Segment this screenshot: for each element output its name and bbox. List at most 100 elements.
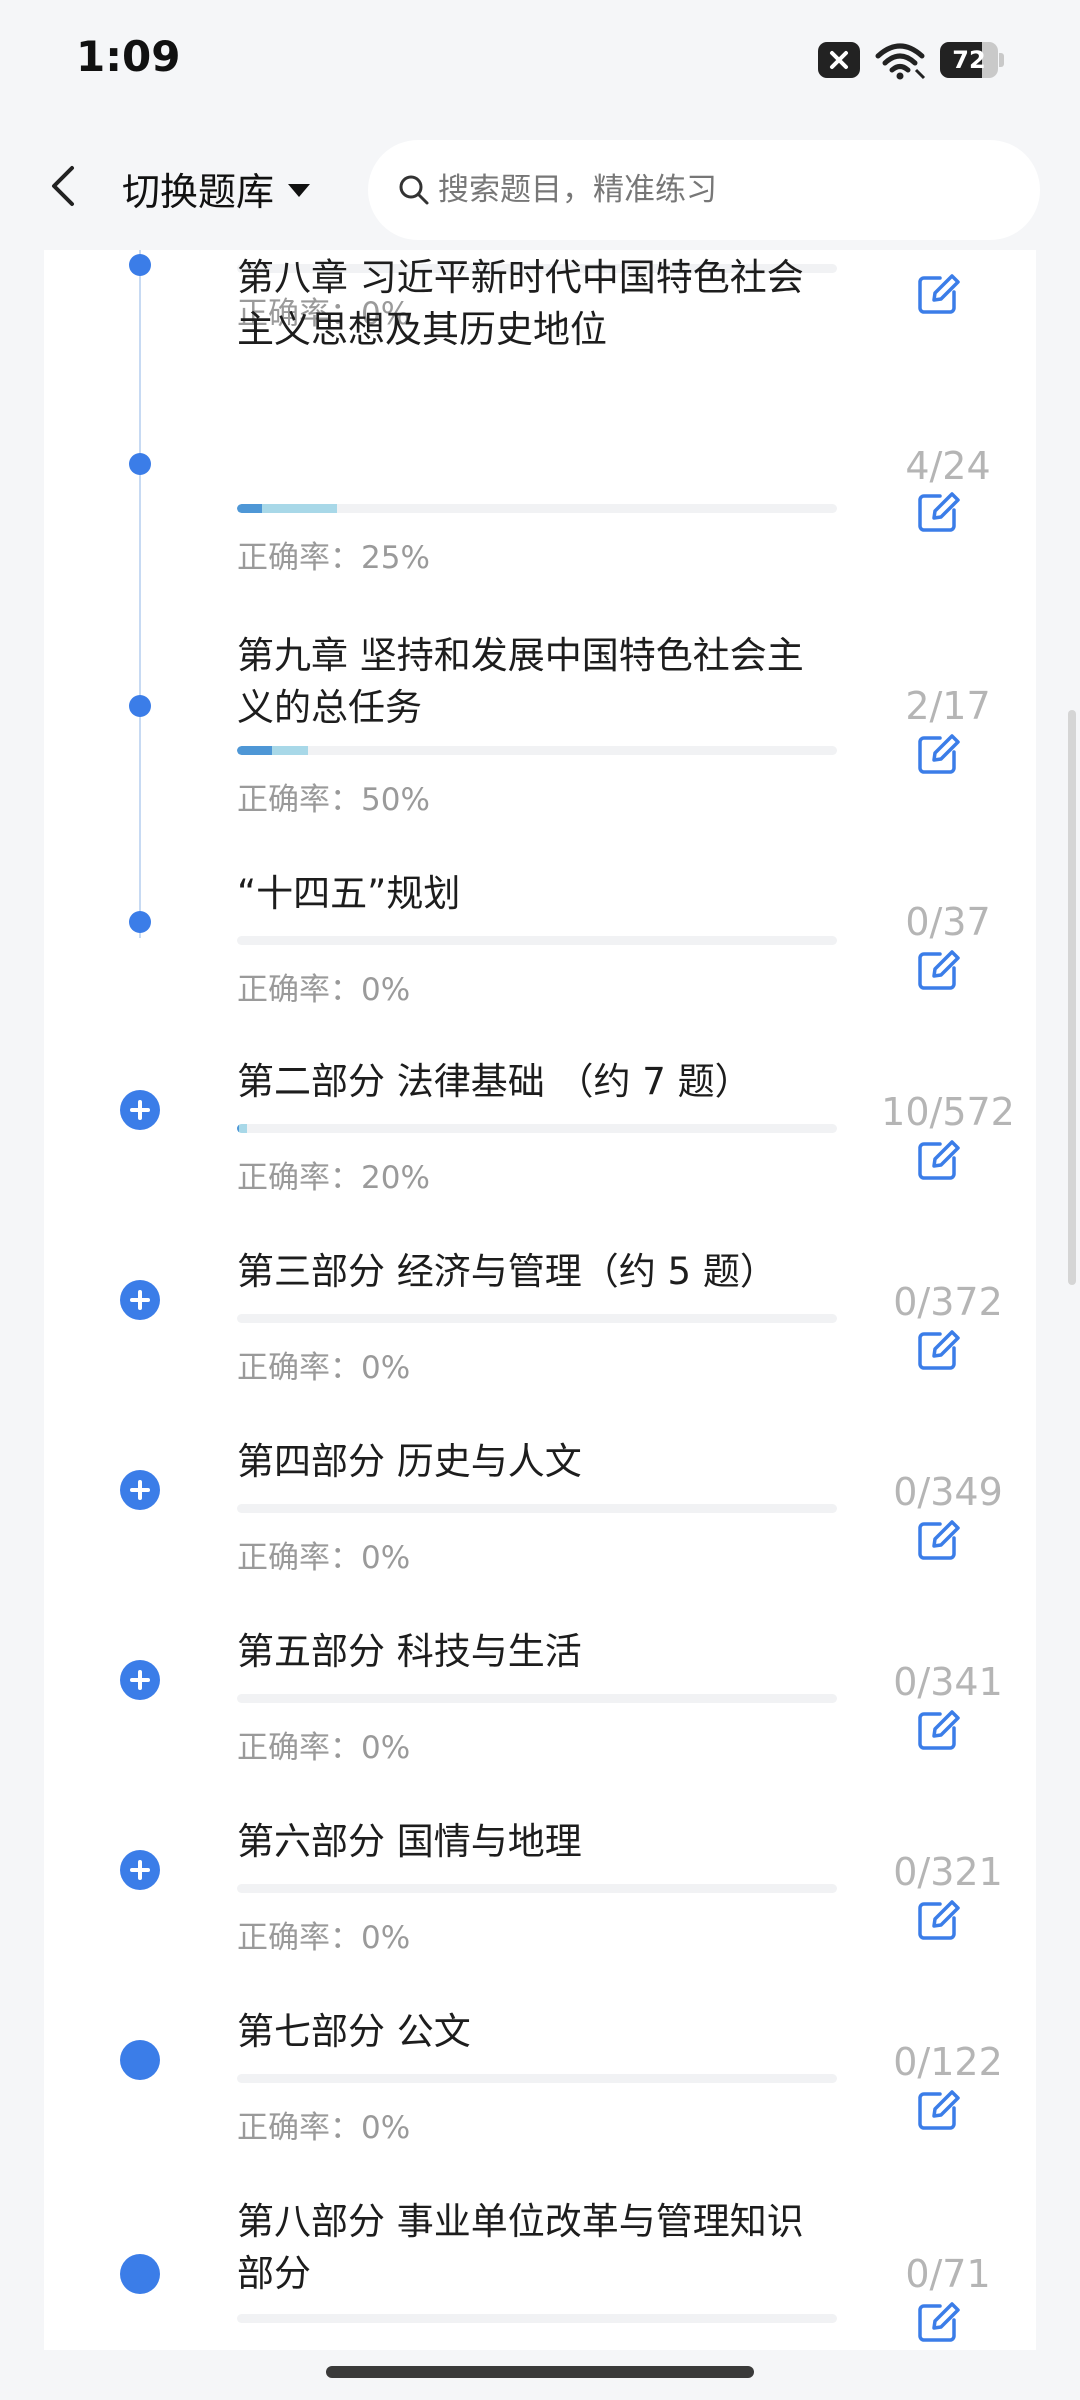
- chapter-title: 第二部分 法律基础 （约 7 题）: [237, 1060, 752, 1103]
- status-time: 1:09: [76, 32, 181, 81]
- accuracy-label: 正确率：: [237, 540, 361, 576]
- progress-bar: [237, 1314, 837, 1323]
- timeline-dot: [129, 911, 151, 933]
- progress-bar: [237, 2074, 837, 2083]
- accuracy-value: 20%: [361, 1160, 430, 1196]
- practice-edit-icon[interactable]: [914, 1706, 962, 1754]
- accuracy-text: 正确率：0%: [237, 2342, 410, 2350]
- progress-bar: [237, 2314, 837, 2323]
- timeline-dot: [120, 2040, 160, 2080]
- accuracy-text: 正确率：0%: [237, 1532, 410, 1577]
- accuracy-value: 50%: [361, 782, 430, 818]
- question-count: 0/349: [893, 1470, 1003, 1514]
- accuracy-label: 正确率：: [237, 1540, 361, 1576]
- progress-bar: [237, 1694, 837, 1703]
- accuracy-label: 正确率：: [237, 972, 361, 1008]
- timeline-line: [139, 250, 141, 938]
- question-count: 2/17: [905, 684, 991, 728]
- expand-plus-icon[interactable]: [120, 1470, 160, 1510]
- chapter-title: 第四部分 历史与人文: [237, 1440, 582, 1483]
- accuracy-value: 0%: [361, 1350, 411, 1386]
- battery-icon: 72: [940, 42, 1004, 78]
- chapter-title: 第九章 坚持和发展中国特色社会主义的总任务: [237, 634, 804, 729]
- scrollbar[interactable]: [1068, 710, 1076, 1285]
- question-count: 0/37: [905, 900, 991, 944]
- practice-edit-icon[interactable]: [914, 1326, 962, 1374]
- practice-edit-icon[interactable]: [914, 488, 962, 536]
- timeline-dot: [129, 695, 151, 717]
- practice-edit-icon[interactable]: [914, 946, 962, 994]
- accuracy-label: 正确率：: [237, 1350, 361, 1386]
- question-count: 4/24: [905, 444, 991, 488]
- accuracy-label: 正确率：: [237, 1160, 361, 1196]
- accuracy-value: 0%: [361, 972, 411, 1008]
- status-icons: 72: [818, 40, 1004, 80]
- question-count: 0/372: [893, 1280, 1003, 1324]
- header: 切换题库: [0, 130, 1080, 250]
- chapter-title: 第七部分 公文: [237, 2010, 471, 2053]
- practice-edit-icon[interactable]: [914, 2086, 962, 2134]
- battery-level: 72: [952, 46, 986, 74]
- accuracy-text: 正确率：0%: [237, 1722, 410, 1767]
- accuracy-text: 正确率：0%: [237, 964, 410, 1009]
- accuracy-text: 正确率：20%: [237, 1152, 430, 1197]
- expand-plus-icon[interactable]: [120, 1090, 160, 1130]
- progress-bar: [237, 504, 837, 513]
- chapter-list: 正确率：0% 第八章 习近平新时代中国特色社会主义思想及其历史地位 正确率：25% 4…: [44, 250, 1036, 2350]
- progress-bar: [237, 936, 837, 945]
- practice-edit-icon[interactable]: [914, 270, 962, 318]
- chapter-title: 第六部分 国情与地理: [237, 1820, 582, 1863]
- search-box[interactable]: [368, 140, 1040, 240]
- timeline-dot: [129, 254, 151, 276]
- chapter-title: 第五部分 科技与生活: [237, 1630, 582, 1673]
- accuracy-label: 正确率：: [237, 2110, 361, 2146]
- expand-plus-icon[interactable]: [120, 1280, 160, 1320]
- back-button[interactable]: [38, 156, 88, 216]
- home-indicator[interactable]: [326, 2366, 754, 2378]
- accuracy-text: 正确率：25%: [237, 532, 430, 577]
- switch-bank-dropdown[interactable]: 切换题库: [122, 158, 311, 218]
- accuracy-value: 0%: [361, 1920, 411, 1956]
- accuracy-text: 正确率：50%: [237, 774, 430, 819]
- progress-bar: [237, 746, 837, 755]
- accuracy-text: 正确率：0%: [237, 2102, 410, 2147]
- notification-x-icon: [818, 42, 860, 78]
- question-count: 0/71: [905, 2252, 991, 2296]
- practice-edit-icon[interactable]: [914, 730, 962, 778]
- question-count: 0/122: [893, 2040, 1003, 2084]
- chapter-title: 第三部分 经济与管理（约 5 题）: [237, 1250, 777, 1293]
- chapter-title: “十四五”规划: [237, 872, 461, 915]
- accuracy-label: 正确率：: [237, 782, 361, 818]
- chapter-title: 第八章 习近平新时代中国特色社会主义思想及其历史地位: [237, 256, 804, 351]
- progress-bar: [237, 1884, 837, 1893]
- caret-down-icon: [288, 183, 311, 197]
- expand-plus-icon[interactable]: [120, 1660, 160, 1700]
- wifi-icon: [875, 43, 926, 80]
- accuracy-text: 正确率：0%: [237, 1342, 410, 1387]
- accuracy-text: 正确率：0%: [237, 1912, 410, 1957]
- timeline-dot: [129, 453, 151, 475]
- practice-edit-icon[interactable]: [914, 1516, 962, 1564]
- accuracy-value: 0%: [361, 2110, 411, 2146]
- practice-edit-icon[interactable]: [914, 2298, 962, 2346]
- practice-edit-icon[interactable]: [914, 1896, 962, 1944]
- accuracy-label: 正确率：: [237, 1730, 361, 1766]
- progress-bar: [237, 1504, 837, 1513]
- accuracy-value: 0%: [361, 1730, 411, 1766]
- search-icon: [399, 175, 429, 205]
- search-input[interactable]: [438, 172, 998, 208]
- chapter-title: 第八部分 事业单位改革与管理知识部分: [237, 2200, 804, 2295]
- expand-plus-icon[interactable]: [120, 1850, 160, 1890]
- timeline-dot: [120, 2254, 160, 2294]
- question-count: 10/572: [881, 1090, 1015, 1134]
- switch-bank-label: 切换题库: [122, 169, 275, 214]
- accuracy-value: 25%: [361, 540, 430, 576]
- question-count: 0/341: [893, 1660, 1003, 1704]
- practice-edit-icon[interactable]: [914, 1136, 962, 1184]
- chevron-left-icon: [52, 166, 74, 206]
- question-count: 0/321: [893, 1850, 1003, 1894]
- accuracy-label: 正确率：: [237, 1920, 361, 1956]
- status-bar: 1:09 72: [0, 0, 1080, 120]
- progress-bar: [237, 1124, 837, 1133]
- accuracy-value: 0%: [361, 1540, 411, 1576]
